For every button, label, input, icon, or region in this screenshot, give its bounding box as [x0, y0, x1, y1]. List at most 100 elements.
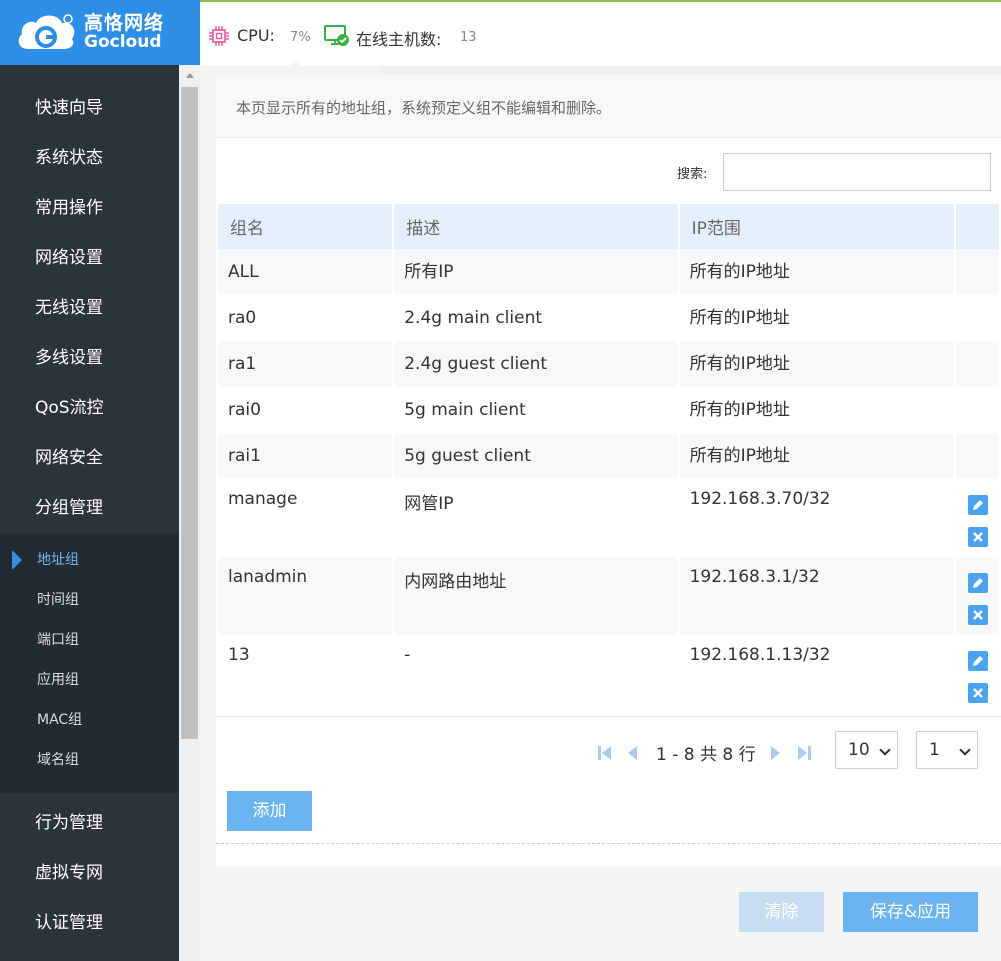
sidebar-item-network-security[interactable]: 网络安全 [0, 433, 179, 483]
page-size-select[interactable]: 10 [835, 731, 898, 769]
group-submenu: 地址组 时间组 端口组 应用组 MAC组 域名组 [0, 533, 179, 793]
sidebar-scrollbar[interactable] [179, 65, 200, 961]
subitem-port-group[interactable]: 端口组 [0, 620, 179, 660]
tab-indicator [287, 60, 303, 68]
cell-actions [954, 433, 1001, 479]
sidebar-item-vpn[interactable]: 虚拟专网 [0, 848, 179, 898]
cpu-value: 7% [290, 30, 311, 45]
table-row[interactable]: rai1 5g guest client 所有的IP地址 [218, 433, 1001, 479]
subitem-mac-group[interactable]: MAC组 [0, 700, 179, 740]
online-hosts-label: 在线主机数: [356, 30, 442, 49]
cell-actions [954, 557, 1001, 635]
search-label: 搜索: [677, 167, 708, 182]
top-status-bar: CPU: 7% 在线主机数: 13 [200, 0, 1001, 76]
cloud-logo-icon [14, 11, 78, 55]
cell-desc: 所有IP [393, 249, 680, 295]
header-actions [954, 204, 1001, 249]
cell-desc: 网管IP [393, 479, 680, 557]
cell-name: ra0 [218, 295, 395, 341]
sidebar-item-auth-management[interactable]: 认证管理 [0, 898, 179, 948]
header-group-name[interactable]: 组名 [218, 204, 395, 249]
table-row[interactable]: rai0 5g main client 所有的IP地址 [218, 387, 1001, 433]
app-root: 高恪网络 Gocloud 快速向导 系统状态 常用操作 网络设置 无线设置 多线… [0, 0, 1001, 961]
page-size-value: 10 [848, 740, 870, 760]
address-group-table: 组名 描述 IP范围 ALL 所有IP 所有的IP地址 ra0 2.4g mai… [218, 204, 1001, 713]
subitem-label: 地址组 [37, 552, 79, 568]
table-row[interactable]: ra1 2.4g guest client 所有的IP地址 [218, 341, 1001, 387]
save-apply-button[interactable]: 保存&应用 [843, 892, 978, 932]
brand-logo[interactable]: 高恪网络 Gocloud [0, 0, 200, 65]
sidebar-item-multiline-settings[interactable]: 多线设置 [0, 333, 179, 383]
cell-actions [954, 341, 1001, 387]
cell-name: manage [218, 479, 395, 557]
subitem-time-group[interactable]: 时间组 [0, 580, 179, 620]
cell-ip: 所有的IP地址 [678, 249, 956, 295]
table-header-row: 组名 描述 IP范围 [218, 204, 1001, 249]
sidebar-item-network-settings[interactable]: 网络设置 [0, 233, 179, 283]
cell-name: 13 [218, 635, 395, 713]
page-summary: 1 - 8 共 8 行 [656, 745, 756, 765]
scroll-up-arrow-icon[interactable] [179, 65, 200, 85]
table-row[interactable]: manage 网管IP 192.168.3.70/32 [218, 479, 1001, 557]
active-arrow-icon [12, 550, 22, 570]
table-row[interactable]: lanadmin 内网路由地址 192.168.3.1/32 [218, 557, 1001, 635]
prev-page-icon[interactable] [625, 745, 639, 765]
search-input[interactable] [723, 153, 991, 191]
cell-ip: 192.168.3.70/32 [678, 479, 956, 557]
edit-pencil-icon[interactable] [967, 651, 988, 671]
table-row[interactable]: 13 - 192.168.1.13/32 [218, 635, 1001, 713]
sidebar-menu-lower: 行为管理 虚拟专网 认证管理 [0, 798, 179, 948]
cell-actions [954, 249, 1001, 295]
scroll-thumb[interactable] [181, 87, 198, 739]
sidebar-item-quick-guide[interactable]: 快速向导 [0, 83, 179, 133]
subitem-address-group[interactable]: 地址组 [0, 540, 179, 580]
cell-name: ALL [218, 249, 395, 295]
page-number-value: 1 [929, 740, 940, 760]
cell-name: ra1 [218, 341, 395, 387]
divider [216, 843, 1001, 844]
cell-name: rai1 [218, 433, 395, 479]
brand-text: 高恪网络 Gocloud [84, 11, 165, 52]
header-description[interactable]: 描述 [393, 204, 680, 249]
clear-button[interactable]: 清除 [739, 892, 824, 932]
first-page-icon[interactable] [597, 745, 613, 765]
last-page-icon[interactable] [796, 745, 812, 765]
header-ip-range[interactable]: IP范围 [678, 204, 956, 249]
table-row[interactable]: ALL 所有IP 所有的IP地址 [218, 249, 1001, 295]
cell-name: rai0 [218, 387, 395, 433]
cell-ip: 所有的IP地址 [678, 433, 956, 479]
footer-bar: 清除 保存&应用 [216, 867, 1001, 961]
page-number-select[interactable]: 1 [916, 731, 978, 769]
sidebar-item-wireless-settings[interactable]: 无线设置 [0, 283, 179, 333]
content-panel: 本页显示所有的地址组，系统预定义组不能编辑和删除。 搜索: 组名 描述 IP范围… [216, 75, 1001, 961]
sidebar-item-system-status[interactable]: 系统状态 [0, 133, 179, 183]
edit-pencil-icon[interactable] [967, 573, 988, 593]
cell-ip: 所有的IP地址 [678, 295, 956, 341]
sidebar-item-qos[interactable]: QoS流控 [0, 383, 179, 433]
sidebar: 高恪网络 Gocloud 快速向导 系统状态 常用操作 网络设置 无线设置 多线… [0, 0, 200, 961]
table-row[interactable]: ra0 2.4g main client 所有的IP地址 [218, 295, 1001, 341]
delete-x-icon[interactable] [967, 683, 988, 703]
info-text: 本页显示所有的地址组，系统预定义组不能编辑和删除。 [236, 99, 612, 117]
cell-desc: 5g guest client [393, 433, 680, 479]
sidebar-item-behavior-management[interactable]: 行为管理 [0, 798, 179, 848]
sidebar-item-common-ops[interactable]: 常用操作 [0, 183, 179, 233]
delete-x-icon[interactable] [967, 527, 988, 547]
sidebar-item-group-management[interactable]: 分组管理 [0, 483, 179, 533]
cell-ip: 所有的IP地址 [678, 341, 956, 387]
cell-actions [954, 295, 1001, 341]
next-page-icon[interactable] [769, 745, 783, 765]
add-button[interactable]: 添加 [227, 791, 312, 831]
brand-name-cn: 高恪网络 [84, 11, 165, 34]
cpu-chip-icon [208, 25, 230, 47]
subitem-app-group[interactable]: 应用组 [0, 660, 179, 700]
sidebar-menu: 快速向导 系统状态 常用操作 网络设置 无线设置 多线设置 QoS流控 网络安全… [0, 83, 179, 793]
online-host-icon [324, 24, 350, 48]
edit-pencil-icon[interactable] [967, 495, 988, 515]
cell-desc: - [393, 635, 680, 713]
cell-desc: 2.4g guest client [393, 341, 680, 387]
subitem-domain-group[interactable]: 域名组 [0, 740, 179, 780]
info-bar: 本页显示所有的地址组，系统预定义组不能编辑和删除。 [216, 75, 1001, 138]
delete-x-icon[interactable] [967, 605, 988, 625]
cell-desc: 5g main client [393, 387, 680, 433]
